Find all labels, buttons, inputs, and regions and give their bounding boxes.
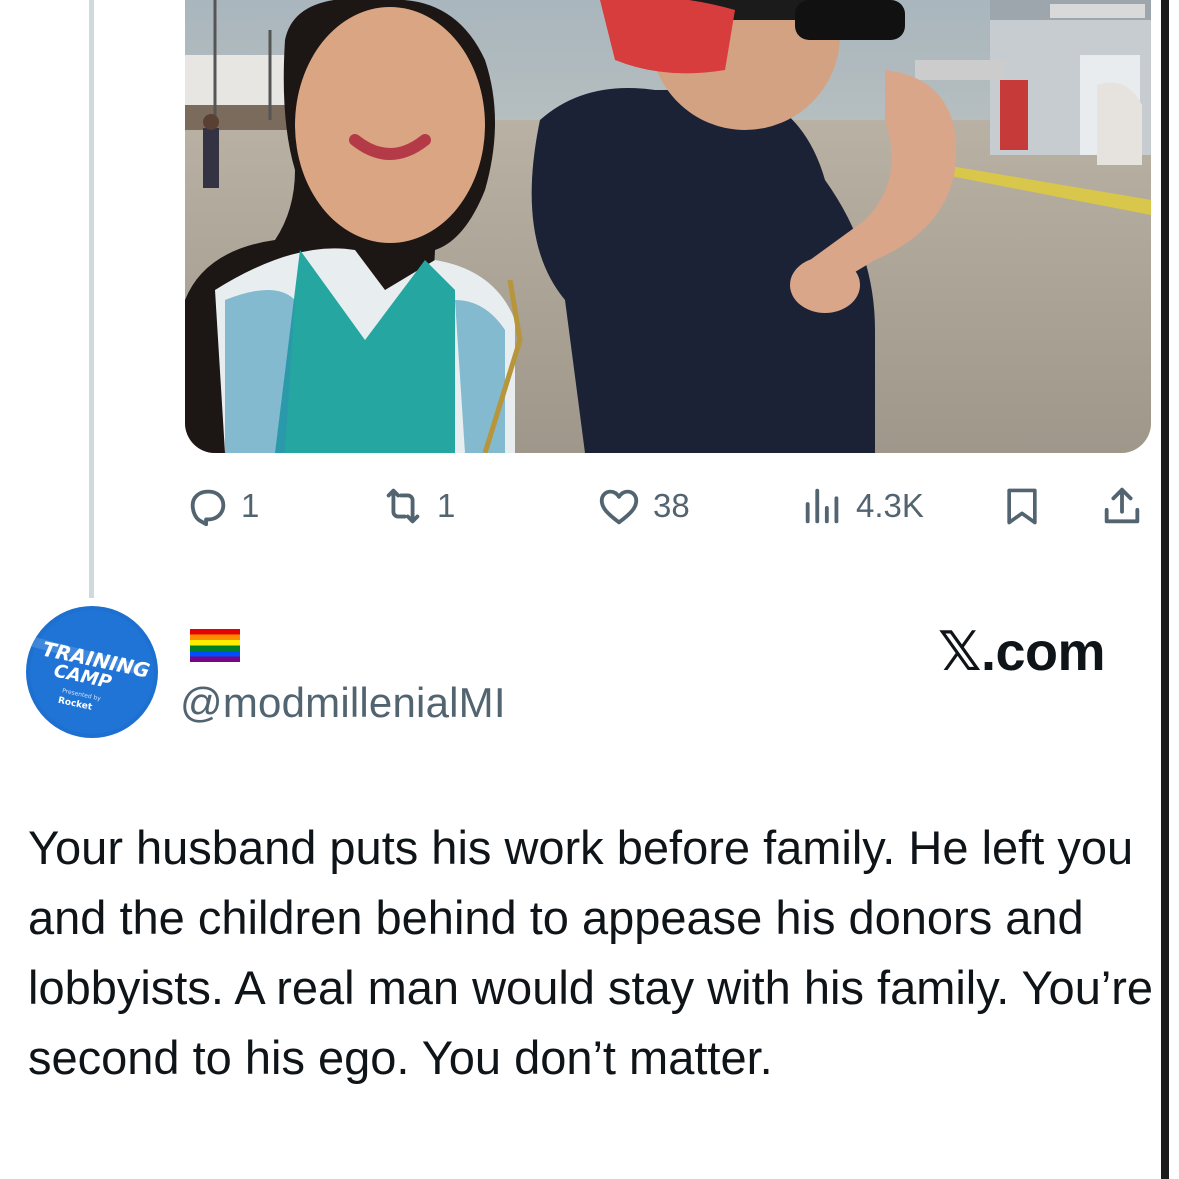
views-button[interactable]: 4.3K — [800, 478, 924, 534]
avatar[interactable]: TRAINING CAMP Presented by Rocket — [26, 606, 158, 738]
photo-illustration — [185, 0, 1151, 453]
views-count: 4.3K — [856, 487, 924, 524]
bookmark-icon — [1007, 488, 1037, 525]
share-icon — [1104, 487, 1140, 524]
heart-icon — [599, 489, 639, 525]
repost-icon — [386, 488, 420, 524]
scrollbar[interactable] — [1161, 0, 1169, 1179]
x-brand-watermark: 𝕏.com — [938, 622, 1106, 682]
post-action-bar: 1 1 38 4.3K — [185, 478, 1151, 534]
user-handle[interactable]: @modmillenialMI — [180, 679, 506, 727]
thread-connector-line — [89, 0, 94, 598]
share-button[interactable] — [1099, 478, 1145, 534]
like-count: 38 — [653, 487, 690, 524]
reply-text: Your husband puts his work before family… — [28, 821, 1154, 1084]
views-icon — [805, 488, 839, 524]
reply-button[interactable]: 1 — [185, 478, 259, 534]
training-camp-logo: TRAINING CAMP Presented by Rocket — [26, 606, 158, 738]
reply-icon — [190, 489, 226, 527]
repost-count: 1 — [437, 487, 456, 524]
reply-count: 1 — [241, 487, 260, 524]
repost-button[interactable]: 1 — [379, 478, 455, 534]
like-button[interactable]: 38 — [595, 478, 690, 534]
bookmark-button[interactable] — [1000, 478, 1044, 534]
post-photo[interactable] — [185, 0, 1151, 453]
rainbow-flag-icon — [190, 629, 240, 662]
